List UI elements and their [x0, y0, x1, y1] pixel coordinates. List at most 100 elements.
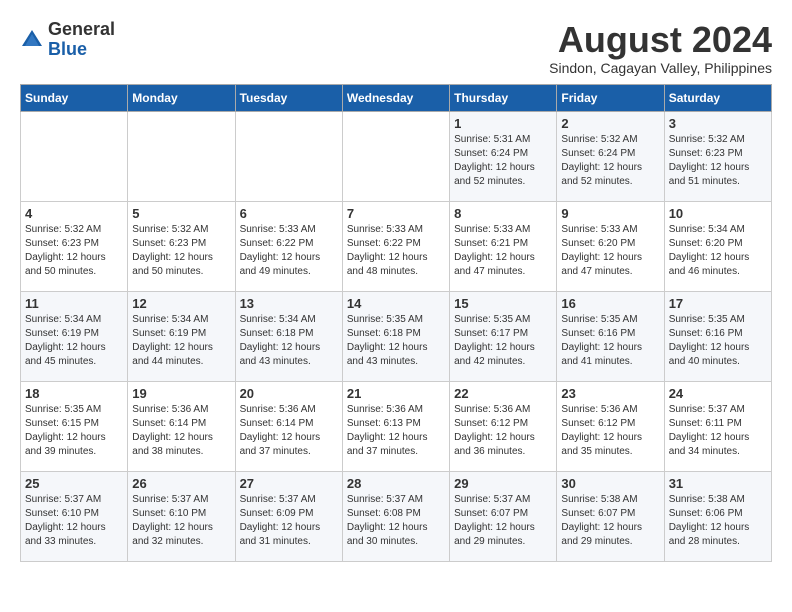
day-info: Sunrise: 5:33 AM Sunset: 6:21 PM Dayligh… — [454, 223, 552, 279]
calendar-day-2: 2 Sunrise: 5:32 AM Sunset: 6:24 PM Daylig… — [557, 111, 664, 201]
day-info: Sunrise: 5:36 AM Sunset: 6:13 PM Dayligh… — [347, 403, 445, 459]
day-info: Sunrise: 5:35 AM Sunset: 6:17 PM Dayligh… — [454, 313, 552, 369]
empty-day-cell — [128, 111, 235, 201]
calendar-day-29: 29 Sunrise: 5:37 AM Sunset: 6:07 PM Dayli… — [450, 471, 557, 561]
day-info: Sunrise: 5:37 AM Sunset: 6:08 PM Dayligh… — [347, 493, 445, 549]
day-number: 28 — [347, 476, 445, 491]
calendar-day-7: 7 Sunrise: 5:33 AM Sunset: 6:22 PM Daylig… — [342, 201, 449, 291]
day-info: Sunrise: 5:36 AM Sunset: 6:12 PM Dayligh… — [561, 403, 659, 459]
day-info: Sunrise: 5:36 AM Sunset: 6:12 PM Dayligh… — [454, 403, 552, 459]
day-info: Sunrise: 5:32 AM Sunset: 6:23 PM Dayligh… — [25, 223, 123, 279]
day-number: 23 — [561, 386, 659, 401]
day-number: 27 — [240, 476, 338, 491]
weekday-header-sunday: Sunday — [21, 84, 128, 111]
day-number: 20 — [240, 386, 338, 401]
calendar-day-11: 11 Sunrise: 5:34 AM Sunset: 6:19 PM Dayli… — [21, 291, 128, 381]
day-number: 29 — [454, 476, 552, 491]
calendar-day-25: 25 Sunrise: 5:37 AM Sunset: 6:10 PM Dayli… — [21, 471, 128, 561]
calendar-week-row: 18 Sunrise: 5:35 AM Sunset: 6:15 PM Dayli… — [21, 381, 772, 471]
empty-day-cell — [235, 111, 342, 201]
day-info: Sunrise: 5:37 AM Sunset: 6:09 PM Dayligh… — [240, 493, 338, 549]
calendar-day-18: 18 Sunrise: 5:35 AM Sunset: 6:15 PM Dayli… — [21, 381, 128, 471]
day-info: Sunrise: 5:35 AM Sunset: 6:15 PM Dayligh… — [25, 403, 123, 459]
calendar-day-6: 6 Sunrise: 5:33 AM Sunset: 6:22 PM Daylig… — [235, 201, 342, 291]
day-info: Sunrise: 5:32 AM Sunset: 6:24 PM Dayligh… — [561, 133, 659, 189]
day-number: 17 — [669, 296, 767, 311]
day-number: 4 — [25, 206, 123, 221]
day-number: 3 — [669, 116, 767, 131]
day-number: 19 — [132, 386, 230, 401]
day-info: Sunrise: 5:33 AM Sunset: 6:22 PM Dayligh… — [347, 223, 445, 279]
calendar-week-row: 25 Sunrise: 5:37 AM Sunset: 6:10 PM Dayli… — [21, 471, 772, 561]
weekday-header-thursday: Thursday — [450, 84, 557, 111]
day-number: 30 — [561, 476, 659, 491]
day-number: 14 — [347, 296, 445, 311]
day-number: 18 — [25, 386, 123, 401]
logo-icon — [20, 28, 44, 52]
weekday-header-row: SundayMondayTuesdayWednesdayThursdayFrid… — [21, 84, 772, 111]
day-number: 8 — [454, 206, 552, 221]
day-number: 12 — [132, 296, 230, 311]
day-info: Sunrise: 5:38 AM Sunset: 6:07 PM Dayligh… — [561, 493, 659, 549]
calendar-day-10: 10Sunrise: 5:34 AM Sunset: 6:20 PM Dayli… — [664, 201, 771, 291]
day-number: 26 — [132, 476, 230, 491]
day-number: 9 — [561, 206, 659, 221]
day-number: 1 — [454, 116, 552, 131]
calendar-week-row: 1 Sunrise: 5:31 AM Sunset: 6:24 PM Daylig… — [21, 111, 772, 201]
day-info: Sunrise: 5:32 AM Sunset: 6:23 PM Dayligh… — [669, 133, 767, 189]
day-number: 7 — [347, 206, 445, 221]
day-number: 15 — [454, 296, 552, 311]
calendar-day-5: 5 Sunrise: 5:32 AM Sunset: 6:23 PM Daylig… — [128, 201, 235, 291]
calendar-day-12: 12Sunrise: 5:34 AM Sunset: 6:19 PM Dayli… — [128, 291, 235, 381]
day-info: Sunrise: 5:34 AM Sunset: 6:18 PM Dayligh… — [240, 313, 338, 369]
weekday-header-friday: Friday — [557, 84, 664, 111]
calendar-day-20: 20Sunrise: 5:36 AM Sunset: 6:14 PM Dayli… — [235, 381, 342, 471]
day-number: 2 — [561, 116, 659, 131]
weekday-header-monday: Monday — [128, 84, 235, 111]
calendar-day-27: 27 Sunrise: 5:37 AM Sunset: 6:09 PM Dayli… — [235, 471, 342, 561]
calendar-day-31: 31 Sunrise: 5:38 AM Sunset: 6:06 PM Dayli… — [664, 471, 771, 561]
day-info: Sunrise: 5:31 AM Sunset: 6:24 PM Dayligh… — [454, 133, 552, 189]
day-info: Sunrise: 5:36 AM Sunset: 6:14 PM Dayligh… — [132, 403, 230, 459]
logo: General Blue — [20, 20, 115, 60]
day-info: Sunrise: 5:32 AM Sunset: 6:23 PM Dayligh… — [132, 223, 230, 279]
day-number: 10 — [669, 206, 767, 221]
day-number: 11 — [25, 296, 123, 311]
empty-day-cell — [342, 111, 449, 201]
empty-day-cell — [21, 111, 128, 201]
calendar-day-22: 22 Sunrise: 5:36 AM Sunset: 6:12 PM Dayli… — [450, 381, 557, 471]
day-info: Sunrise: 5:33 AM Sunset: 6:20 PM Dayligh… — [561, 223, 659, 279]
calendar-day-9: 9 Sunrise: 5:33 AM Sunset: 6:20 PM Daylig… — [557, 201, 664, 291]
month-year-title: August 2024 — [549, 20, 772, 60]
calendar-day-21: 21 Sunrise: 5:36 AM Sunset: 6:13 PM Dayli… — [342, 381, 449, 471]
day-number: 5 — [132, 206, 230, 221]
day-info: Sunrise: 5:37 AM Sunset: 6:07 PM Dayligh… — [454, 493, 552, 549]
calendar-week-row: 4 Sunrise: 5:32 AM Sunset: 6:23 PM Daylig… — [21, 201, 772, 291]
weekday-header-wednesday: Wednesday — [342, 84, 449, 111]
day-info: Sunrise: 5:35 AM Sunset: 6:18 PM Dayligh… — [347, 313, 445, 369]
calendar-day-16: 16 Sunrise: 5:35 AM Sunset: 6:16 PM Dayli… — [557, 291, 664, 381]
calendar-table: SundayMondayTuesdayWednesdayThursdayFrid… — [20, 84, 772, 562]
calendar-day-28: 28 Sunrise: 5:37 AM Sunset: 6:08 PM Dayli… — [342, 471, 449, 561]
day-info: Sunrise: 5:37 AM Sunset: 6:10 PM Dayligh… — [132, 493, 230, 549]
day-info: Sunrise: 5:35 AM Sunset: 6:16 PM Dayligh… — [561, 313, 659, 369]
calendar-day-17: 17Sunrise: 5:35 AM Sunset: 6:16 PM Dayli… — [664, 291, 771, 381]
calendar-day-13: 13Sunrise: 5:34 AM Sunset: 6:18 PM Dayli… — [235, 291, 342, 381]
day-number: 25 — [25, 476, 123, 491]
day-number: 24 — [669, 386, 767, 401]
day-number: 31 — [669, 476, 767, 491]
day-number: 16 — [561, 296, 659, 311]
page-header: General Blue August 2024 Sindon, Cagayan… — [20, 20, 772, 76]
day-info: Sunrise: 5:34 AM Sunset: 6:19 PM Dayligh… — [25, 313, 123, 369]
day-number: 21 — [347, 386, 445, 401]
day-info: Sunrise: 5:37 AM Sunset: 6:10 PM Dayligh… — [25, 493, 123, 549]
day-number: 22 — [454, 386, 552, 401]
day-info: Sunrise: 5:33 AM Sunset: 6:22 PM Dayligh… — [240, 223, 338, 279]
day-info: Sunrise: 5:38 AM Sunset: 6:06 PM Dayligh… — [669, 493, 767, 549]
calendar-day-23: 23 Sunrise: 5:36 AM Sunset: 6:12 PM Dayli… — [557, 381, 664, 471]
title-block: August 2024 Sindon, Cagayan Valley, Phil… — [549, 20, 772, 76]
calendar-day-4: 4 Sunrise: 5:32 AM Sunset: 6:23 PM Daylig… — [21, 201, 128, 291]
calendar-day-1: 1 Sunrise: 5:31 AM Sunset: 6:24 PM Daylig… — [450, 111, 557, 201]
day-number: 6 — [240, 206, 338, 221]
calendar-day-30: 30 Sunrise: 5:38 AM Sunset: 6:07 PM Dayli… — [557, 471, 664, 561]
